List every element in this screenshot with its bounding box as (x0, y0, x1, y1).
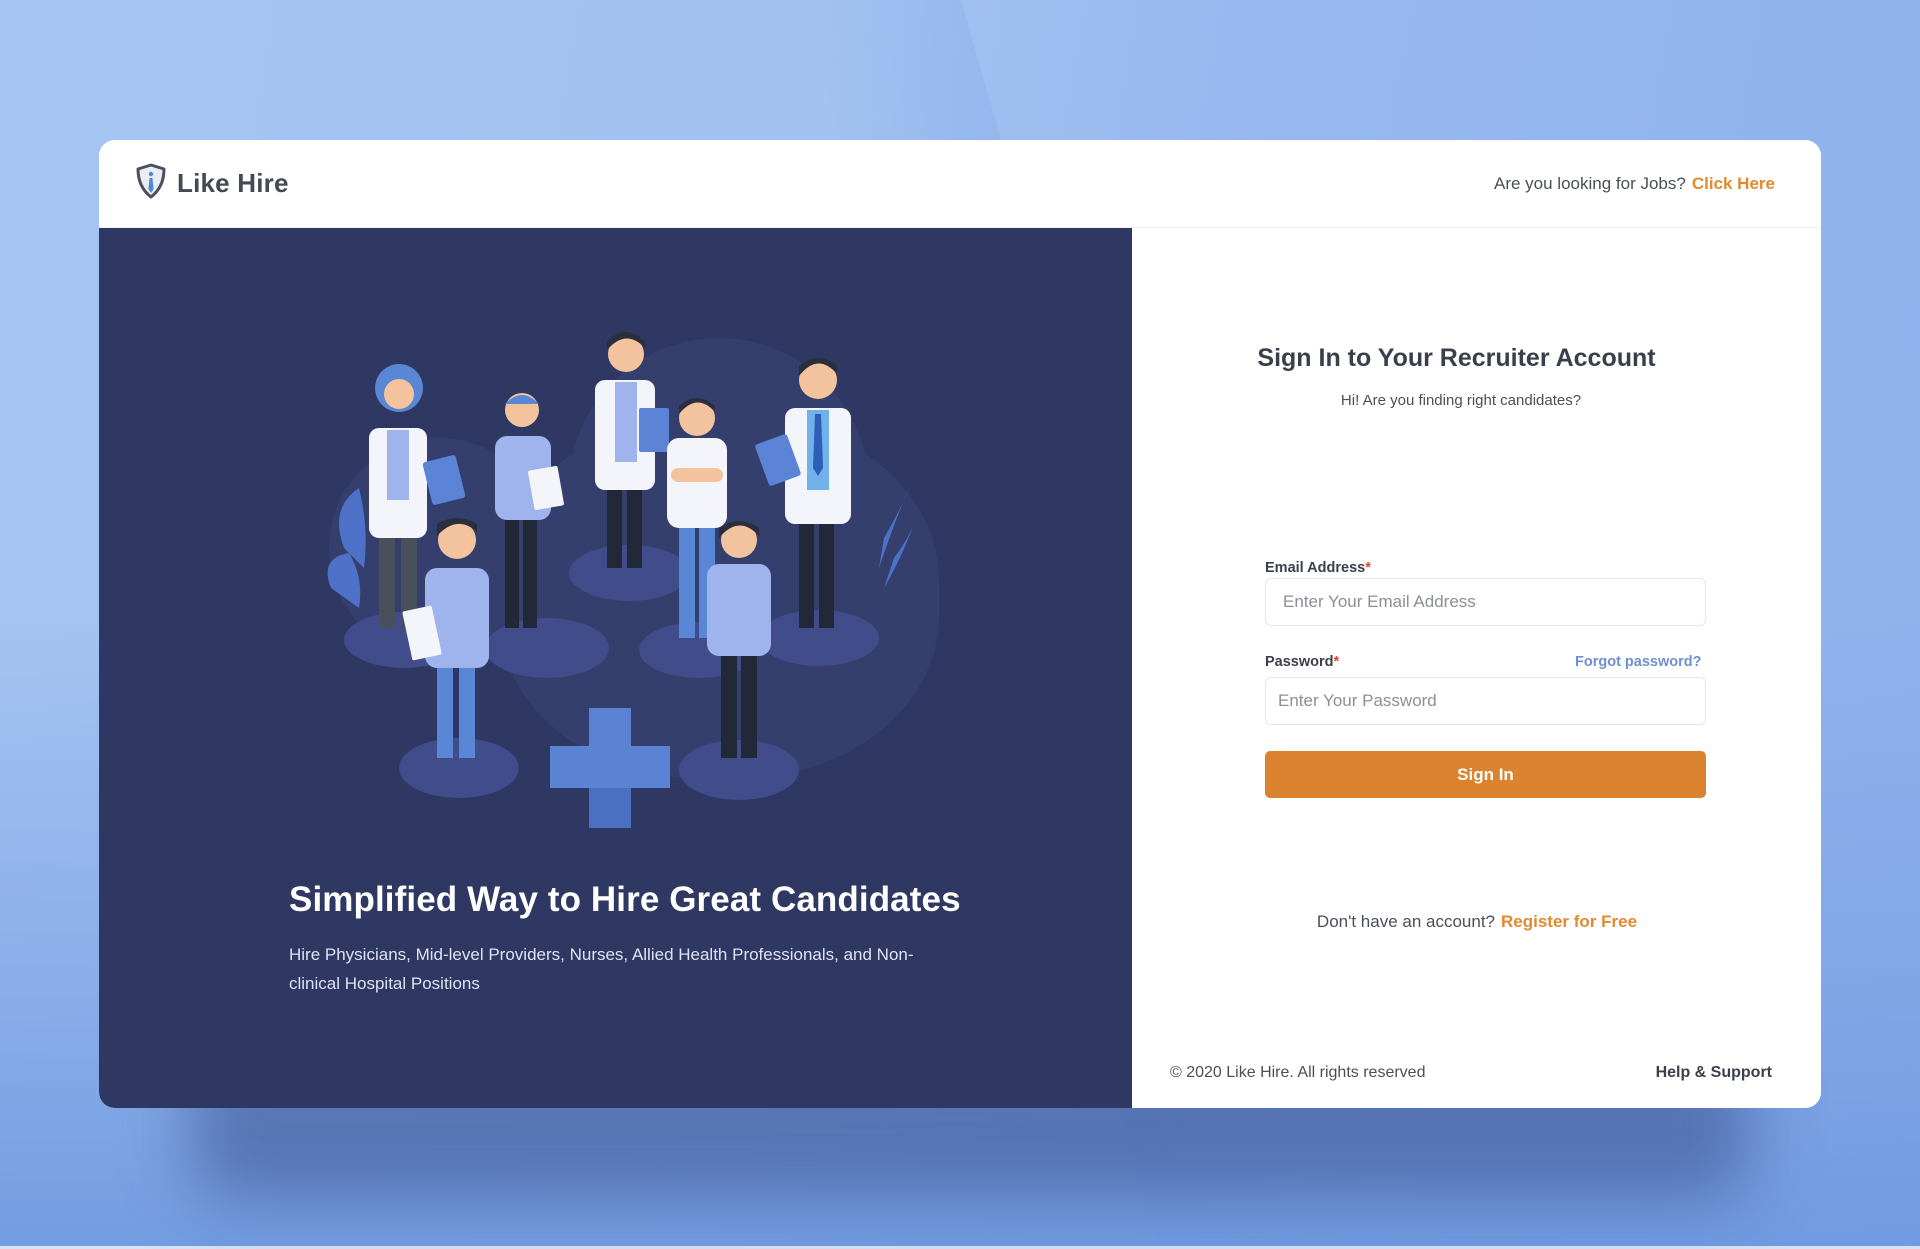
copyright-text: © 2020 Like Hire. All rights reserved (1170, 1064, 1426, 1081)
job-seeker-text: Are you looking for Jobs? (1493, 173, 1686, 193)
brand-logo[interactable]: Like Hire (135, 163, 289, 204)
top-bar: Like Hire Are you looking for Jobs? Click… (99, 140, 1821, 228)
email-label-text: Email Address (1265, 560, 1366, 576)
hero-headline: Simplified Way to Hire Great Candidates (289, 880, 961, 919)
hero-subtext: Hire Physicians, Mid-level Providers, Nu… (289, 945, 914, 993)
forgot-password-link[interactable]: Forgot password? (1575, 654, 1701, 670)
hero-panel: Simplified Way to Hire Great Candidates … (99, 228, 1132, 1108)
required-mark: * (1333, 654, 1340, 670)
password-label-text: Password (1265, 654, 1334, 670)
password-input[interactable] (1265, 677, 1706, 725)
medical-team-illustration (327, 332, 914, 828)
email-input[interactable] (1265, 578, 1706, 626)
password-label: Password* (1265, 654, 1339, 670)
brand-name: Like Hire (177, 168, 289, 198)
register-prompt: Don't have an account? Register for Free (1132, 912, 1821, 932)
help-support-link[interactable]: Help & Support (1656, 1064, 1772, 1082)
shield-tie-icon (135, 163, 167, 204)
required-mark: * (1365, 560, 1371, 576)
job-seeker-prompt: Are you looking for Jobs? Click Here (1494, 174, 1775, 194)
login-card: Like Hire Are you looking for Jobs? Click… (99, 140, 1821, 1108)
sign-in-button[interactable]: Sign In (1265, 751, 1706, 798)
register-link[interactable]: Register for Free (1501, 912, 1637, 931)
email-label: Email Address* (1265, 560, 1371, 576)
form-title: Sign In to Your Recruiter Account (1257, 344, 1656, 372)
form-subtitle: Hi! Are you finding right candidates? (1340, 392, 1582, 409)
job-seeker-link[interactable]: Click Here (1692, 174, 1775, 193)
signin-panel: Sign In to Your Recruiter Account Hi! Ar… (1132, 228, 1821, 1108)
register-prompt-text: Don't have an account? (1316, 912, 1496, 931)
